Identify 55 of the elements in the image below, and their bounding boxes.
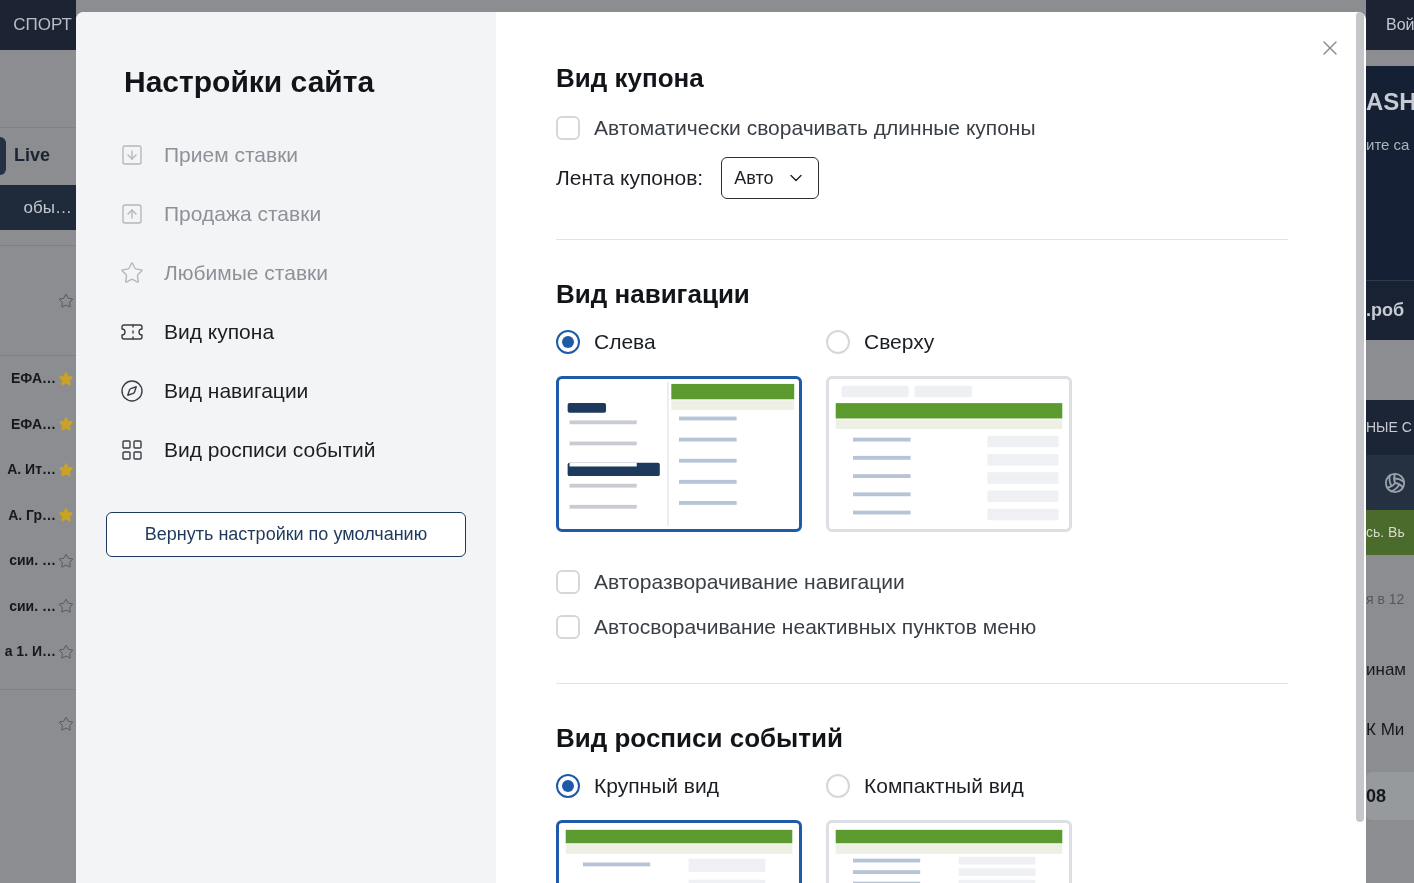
upload-icon — [120, 201, 144, 226]
favorite-star-icon[interactable] — [58, 461, 74, 478]
event-title: ЕФА… — [10, 369, 56, 389]
checkbox[interactable] — [556, 615, 580, 639]
scrollbar[interactable] — [1356, 12, 1364, 822]
tab[interactable]: Live — [14, 142, 51, 169]
star-icon — [120, 260, 144, 285]
favorite-star-icon[interactable] — [58, 370, 74, 387]
filter-bar[interactable]: обы… — [0, 185, 76, 230]
team-name: инам — [1366, 659, 1407, 682]
favorite-star-icon[interactable] — [58, 292, 74, 309]
favorite-star-icon[interactable] — [58, 552, 74, 569]
team-name: К Ми — [1366, 719, 1405, 742]
section-title: Вид навигации — [556, 278, 751, 310]
promo-title: .роб — [1366, 299, 1405, 322]
event-title: сии. … — [9, 551, 56, 571]
checkbox-label[interactable]: Авторазворачивание навигации — [594, 566, 905, 598]
reset-settings-button[interactable]: Вернуть настройки по умолчанию — [106, 512, 466, 557]
settings-menu-item[interactable]: Вид росписи событий — [120, 433, 496, 466]
checkbox[interactable] — [556, 116, 580, 140]
radio-button[interactable] — [556, 330, 580, 354]
coupon-feed-select[interactable]: Авто — [721, 157, 820, 199]
section-title: Вид росписи событий — [556, 722, 845, 754]
nav-link[interactable]: СПОРТ — [13, 12, 72, 38]
section-title: НЫЕ С — [1366, 418, 1412, 437]
checkbox[interactable] — [556, 570, 580, 594]
tab-button[interactable] — [0, 136, 6, 175]
download-icon — [120, 142, 144, 167]
dialog-title: Настройки сайта — [124, 64, 376, 100]
ball-icon[interactable] — [1384, 471, 1406, 494]
notice-text: сь. Вь — [1366, 523, 1405, 542]
event-title: сии. … — [9, 596, 56, 616]
favorite-star-icon[interactable] — [58, 507, 74, 524]
grid-icon — [120, 437, 144, 462]
option-label[interactable]: Крупный вид — [594, 770, 719, 802]
option-label[interactable]: Слева — [594, 326, 656, 358]
section-title: Вид купона — [556, 62, 705, 94]
settings-menu-item[interactable]: Вид купона — [120, 315, 496, 348]
event-title: А. Ит… — [7, 460, 56, 480]
banner-text: ите са — [1366, 135, 1411, 155]
option-label[interactable]: Сверху — [864, 326, 935, 358]
option-label[interactable]: Компактный вид — [864, 770, 1024, 802]
event-title: А. Гр… — [8, 505, 56, 525]
favorite-star-icon[interactable] — [58, 716, 74, 732]
checkbox-label[interactable]: Автосворачивание неактивных пунктов меню — [594, 611, 1037, 643]
favorite-star-icon[interactable] — [58, 643, 74, 660]
event-title: а 1. И… — [4, 642, 56, 662]
field-label: Лента купонов: — [556, 165, 704, 192]
favorite-star-icon[interactable] — [58, 598, 74, 615]
favorite-star-icon[interactable] — [58, 416, 74, 433]
compass-icon — [120, 378, 144, 403]
checkbox-label[interactable]: Автоматически сворачивать длинные купоны — [594, 112, 1036, 144]
event-title: ЕФА… — [10, 414, 56, 434]
settings-menu-item[interactable]: Вид навигации — [120, 374, 496, 407]
radio-button[interactable] — [556, 774, 580, 798]
